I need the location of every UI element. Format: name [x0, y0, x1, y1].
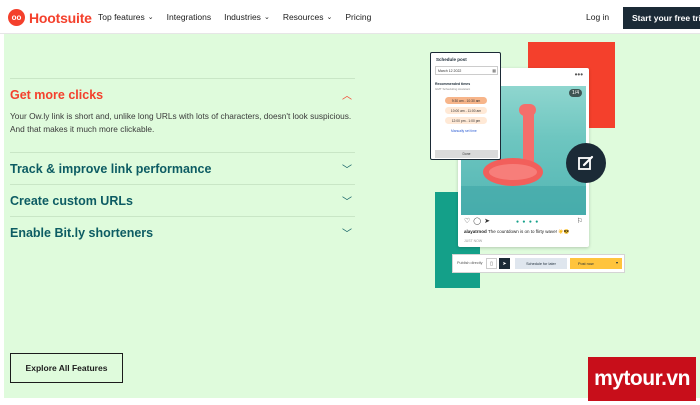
- nav-integrations[interactable]: Integrations: [167, 12, 211, 22]
- time-option: 9:30 am - 10:30 am: [445, 97, 487, 104]
- flamingo-floatie: [483, 158, 543, 186]
- accordion-item-create-custom-urls[interactable]: Create custom URLs ﹀: [10, 184, 355, 216]
- time-option: 10:00 am - 11:00 am: [445, 107, 487, 114]
- free-trial-button[interactable]: Start your free trial: [623, 7, 700, 29]
- carousel-dots: ● ● ● ●: [516, 219, 540, 225]
- accordion-title: Enable Bit.ly shorteners: [10, 226, 154, 240]
- post-username: alayatrnod: [464, 229, 487, 234]
- feature-section: Get more clicks ︿ Your Ow.ly link is sho…: [4, 34, 700, 398]
- schedule-done-button: Done: [435, 150, 498, 158]
- accordion-title: Track & improve link performance: [10, 162, 212, 176]
- login-link[interactable]: Log in: [586, 12, 609, 22]
- bookmark-icon: ⚐: [576, 218, 583, 225]
- post-now-button: Post now ▾: [570, 258, 622, 269]
- phone-icon: ▯: [486, 258, 497, 269]
- accordion-item-track-link-performance[interactable]: Track & improve link performance ﹀: [10, 152, 355, 184]
- chevron-down-icon: ⌄: [263, 14, 270, 21]
- chevron-down-icon: ﹀: [342, 229, 352, 240]
- post-action-icons: ♡◯➤: [464, 218, 493, 225]
- chevron-up-icon: ︿: [342, 91, 352, 102]
- chevron-down-icon: ▾: [615, 260, 618, 265]
- nav-resources[interactable]: Resources ⌄: [283, 12, 333, 22]
- nav-top-features[interactable]: Top features ⌄: [98, 12, 154, 22]
- accordion-title: Create custom URLs: [10, 194, 133, 208]
- explore-all-features-button[interactable]: Explore All Features: [10, 353, 123, 383]
- schedule-later-button: Schedule for later: [515, 258, 567, 269]
- watermark-logo: mytour.vn: [588, 357, 696, 401]
- send-icon: ➤: [499, 258, 510, 269]
- image-count-badge: 1/4: [569, 89, 582, 97]
- publish-directly-label: Publish directly: [457, 261, 483, 265]
- schedule-date-input: March 12 2022 ▦: [435, 66, 498, 75]
- compose-icon: [566, 143, 606, 183]
- recommended-times-label: Recommended times: [435, 82, 471, 86]
- water: [461, 186, 586, 215]
- more-options-icon: •••: [574, 70, 583, 79]
- schedule-post-panel: Schedule post March 12 2022 ▦ Recommende…: [430, 52, 501, 160]
- top-nav: oo Hootsuite Top features ⌄ Integrations…: [0, 0, 700, 34]
- chevron-down-icon: ﹀: [342, 165, 352, 176]
- accordion-title: Get more clicks: [10, 88, 104, 102]
- flamingo-neck: [523, 110, 534, 166]
- schedule-title: Schedule post: [436, 57, 467, 62]
- chevron-down-icon: ﹀: [342, 197, 352, 208]
- owl-icon: oo: [8, 9, 25, 26]
- hootsuite-logo[interactable]: oo Hootsuite: [8, 9, 92, 26]
- calendar-icon: ▦: [492, 68, 496, 73]
- manual-time-link: Manually set time: [451, 129, 477, 133]
- nav-pricing[interactable]: Pricing: [345, 12, 371, 22]
- time-option: 12:00 pm - 1:00 pm: [445, 117, 487, 124]
- logo-text: Hootsuite: [29, 9, 92, 26]
- post-time: JUST NOW: [464, 239, 483, 243]
- post-caption: alayatrnod The countdown is on to flirty…: [464, 229, 569, 235]
- accordion-body: Your Ow.ly link is short and, unlike lon…: [10, 111, 352, 134]
- publish-bar: Publish directly ▯ ➤ Schedule for later …: [452, 254, 625, 273]
- post-caption-text: The countdown is on to flirty wave! ☀️😎: [487, 229, 570, 234]
- nav-menu: Top features ⌄ Integrations Industries ⌄…: [98, 12, 371, 22]
- recommended-times-sub: GMT Scheduling Assistant: [435, 87, 471, 91]
- chevron-down-icon: ⌄: [147, 14, 154, 21]
- accordion-item-enable-bitly[interactable]: Enable Bit.ly shorteners ﹀: [10, 216, 355, 248]
- chevron-down-icon: ⌄: [326, 14, 333, 21]
- nav-industries[interactable]: Industries ⌄: [224, 12, 270, 22]
- edit-icon: [578, 155, 594, 170]
